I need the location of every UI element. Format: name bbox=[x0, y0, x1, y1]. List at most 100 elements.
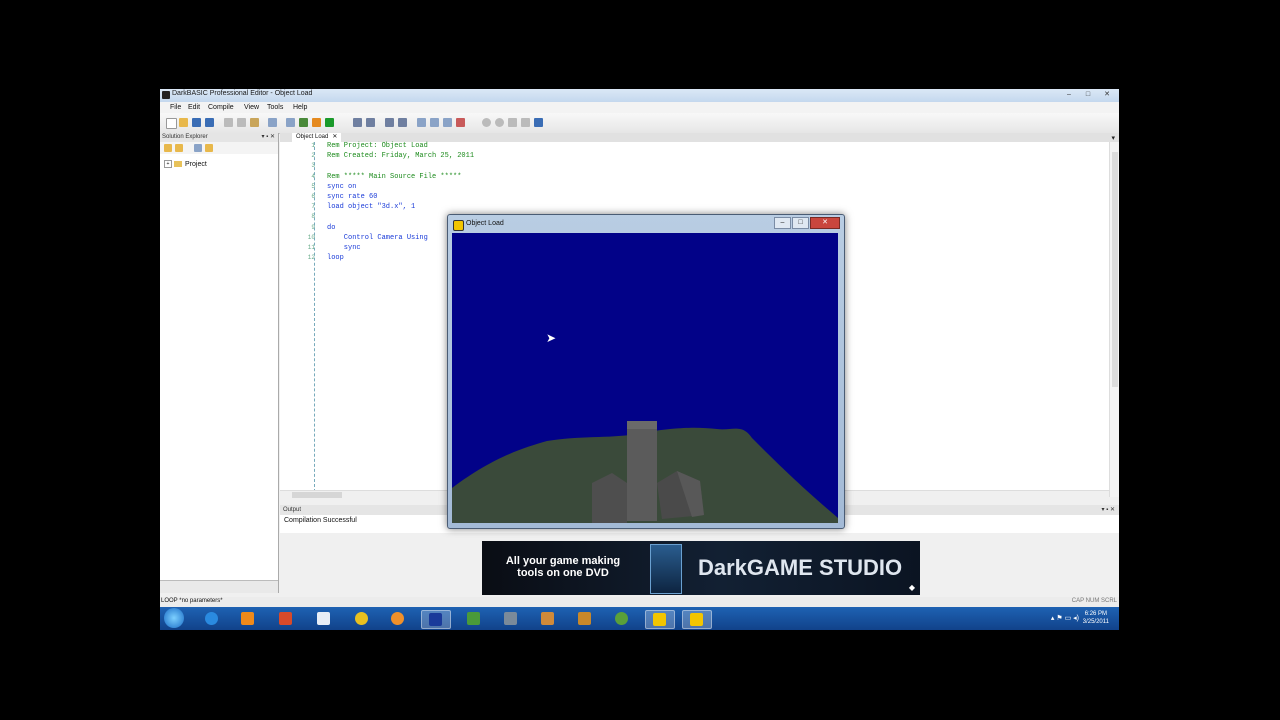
add-folder-icon[interactable] bbox=[175, 144, 183, 152]
game-maximize-button[interactable]: □ bbox=[792, 217, 809, 229]
clock[interactable]: 6:26 PM 3/25/2011 bbox=[1083, 610, 1109, 626]
uncomment-icon[interactable] bbox=[398, 118, 407, 127]
game-minimize-button[interactable]: – bbox=[774, 217, 791, 229]
taskbar-document-icon[interactable] bbox=[310, 610, 338, 627]
maximize-button[interactable]: □ bbox=[1080, 90, 1096, 99]
outdent-icon[interactable] bbox=[366, 118, 375, 127]
banner-tagline: All your game making tools on one DVD bbox=[505, 555, 621, 579]
bookmark-icon[interactable] bbox=[417, 118, 426, 127]
banner-arrow-icon[interactable]: ◆ bbox=[909, 583, 915, 592]
game-window-title: Object Load bbox=[466, 220, 504, 227]
save-all-icon[interactable] bbox=[205, 118, 214, 127]
output-controls[interactable]: ▾ ▪ ✕ bbox=[1102, 505, 1116, 515]
menu-file[interactable]: File bbox=[170, 104, 181, 111]
taskbar-media-icon[interactable] bbox=[234, 610, 262, 627]
code-line[interactable]: load object "3d.x", 1 bbox=[327, 203, 415, 211]
mouse-cursor-icon: ➤ bbox=[546, 331, 557, 345]
window-title: DarkBASIC Professional Editor - Object L… bbox=[172, 90, 313, 97]
taskbar-tool-icon[interactable] bbox=[497, 610, 525, 627]
game-close-button[interactable]: ✕ bbox=[810, 217, 840, 229]
code-line[interactable]: sync rate 60 bbox=[327, 193, 377, 201]
taskbar-app-icon[interactable] bbox=[460, 610, 488, 627]
menu-edit[interactable]: Edit bbox=[188, 104, 200, 111]
menu-tools[interactable]: Tools bbox=[267, 104, 283, 111]
save-icon[interactable] bbox=[192, 118, 201, 127]
taskbar-game-icon[interactable] bbox=[682, 610, 712, 629]
solution-explorer-controls[interactable]: ▾ ▪ ✕ bbox=[262, 133, 276, 142]
compile-icon[interactable] bbox=[312, 118, 321, 127]
tree-expand-icon[interactable]: + bbox=[164, 160, 172, 168]
window-controls: – □ ✕ bbox=[1061, 90, 1115, 99]
tree-item-label: Project bbox=[185, 160, 207, 168]
taskbar-editor-icon[interactable] bbox=[421, 610, 451, 629]
panel-tab-strip[interactable] bbox=[160, 580, 278, 593]
tower-top bbox=[627, 421, 657, 429]
bookmark-prev-icon[interactable] bbox=[443, 118, 452, 127]
start-button[interactable] bbox=[164, 608, 184, 628]
undo-icon[interactable] bbox=[268, 118, 277, 127]
taskbar-browser-icon[interactable] bbox=[608, 610, 636, 627]
3d-viewport[interactable]: ➤ bbox=[452, 233, 838, 523]
taskbar-cube-icon[interactable] bbox=[571, 610, 599, 627]
system-tray[interactable]: ▴ ⚑ ▭ ◂) bbox=[1051, 614, 1079, 622]
open-folder-icon[interactable] bbox=[179, 118, 188, 127]
build-run-icon[interactable] bbox=[325, 118, 334, 127]
bookmark-clear-icon[interactable] bbox=[456, 118, 465, 127]
code-line[interactable]: do bbox=[327, 224, 335, 232]
code-line[interactable]: Control Camera Using bbox=[327, 234, 428, 242]
new-file-icon[interactable] bbox=[166, 118, 177, 129]
tab-object-load[interactable]: Object Load ✕ bbox=[292, 133, 342, 142]
game-window[interactable]: Object Load – □ ✕ ➤ bbox=[447, 214, 845, 529]
building-left-block bbox=[592, 473, 627, 523]
properties-icon[interactable] bbox=[194, 144, 202, 152]
close-button[interactable]: ✕ bbox=[1099, 90, 1115, 99]
banner-brand: DarkGAME STUDIO bbox=[698, 555, 903, 580]
code-line[interactable]: Rem ***** Main Source File ***** bbox=[327, 173, 461, 181]
taskbar-darkbasic-icon[interactable] bbox=[645, 610, 675, 629]
game-window-icon bbox=[453, 220, 464, 231]
output-message: Compilation Successful bbox=[284, 517, 357, 524]
menu-view[interactable]: View bbox=[244, 104, 259, 111]
run-icon[interactable] bbox=[299, 118, 308, 127]
code-line[interactable]: Rem Project: Object Load bbox=[327, 142, 428, 150]
editor-tab-bar: Object Load ✕ ▾ bbox=[280, 133, 1119, 142]
find-icon[interactable] bbox=[286, 118, 295, 127]
code-line[interactable]: sync bbox=[327, 244, 361, 252]
scrollbar-thumb[interactable] bbox=[292, 492, 342, 498]
tab-close-icon[interactable]: ✕ bbox=[332, 134, 337, 140]
paste-icon[interactable] bbox=[250, 118, 259, 127]
bookmark-next-icon[interactable] bbox=[430, 118, 439, 127]
indent-icon[interactable] bbox=[353, 118, 362, 127]
output-title: Output bbox=[283, 507, 302, 513]
comment-icon[interactable] bbox=[385, 118, 394, 127]
solution-explorer-title: Solution Explorer bbox=[162, 134, 208, 140]
taskbar-paint-icon[interactable] bbox=[534, 610, 562, 627]
code-line[interactable]: loop bbox=[327, 254, 344, 262]
help-search-icon[interactable] bbox=[521, 118, 530, 127]
tree-item-project[interactable]: + Project bbox=[164, 160, 207, 168]
menu-bar: File Edit Compile View Tools Help bbox=[160, 102, 1119, 113]
scrollbar-thumb[interactable] bbox=[1112, 152, 1118, 387]
add-file-icon[interactable] bbox=[164, 144, 172, 152]
help-index-icon[interactable] bbox=[508, 118, 517, 127]
code-line[interactable]: sync on bbox=[327, 183, 356, 191]
taskbar-ie-icon[interactable] bbox=[198, 610, 226, 627]
keyword-help-icon[interactable] bbox=[534, 118, 543, 127]
taskbar-office-icon[interactable] bbox=[272, 610, 300, 627]
darkgame-studio-banner[interactable]: All your game making tools on one DVD Da… bbox=[482, 541, 920, 595]
back-icon[interactable] bbox=[482, 118, 491, 127]
refresh-icon[interactable] bbox=[205, 144, 213, 152]
tab-list-arrow-icon[interactable]: ▾ bbox=[1111, 134, 1115, 142]
cut-icon[interactable] bbox=[224, 118, 233, 127]
minimize-button[interactable]: – bbox=[1061, 90, 1077, 99]
menu-help[interactable]: Help bbox=[293, 104, 307, 111]
editor-vertical-scrollbar[interactable] bbox=[1109, 142, 1119, 497]
taskbar-chrome-icon[interactable] bbox=[348, 610, 376, 627]
menu-compile[interactable]: Compile bbox=[208, 104, 234, 111]
tab-label: Object Load bbox=[296, 134, 329, 140]
scene-render bbox=[452, 233, 838, 523]
forward-icon[interactable] bbox=[495, 118, 504, 127]
code-line[interactable]: Rem Created: Friday, March 25, 2011 bbox=[327, 152, 474, 160]
taskbar-blender-icon[interactable] bbox=[384, 610, 412, 627]
copy-icon[interactable] bbox=[237, 118, 246, 127]
